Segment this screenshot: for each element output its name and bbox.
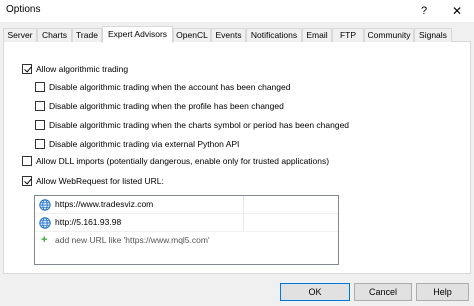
disable-on-symbol-change-checkbox[interactable] (35, 120, 45, 130)
tab-bar: Server Charts Trade Expert Advisors Open… (3, 26, 471, 43)
tab-email[interactable]: Email (302, 28, 332, 42)
add-url-placeholder: add new URL like 'https://www.mql5.com' (55, 235, 210, 245)
globe-icon (39, 199, 51, 211)
tab-events[interactable]: Events (211, 28, 246, 42)
disable-on-account-change-checkbox[interactable] (35, 82, 45, 92)
tab-expert-advisors[interactable]: Expert Advisors (102, 26, 173, 43)
tab-trade[interactable]: Trade (72, 28, 102, 42)
tab-signals[interactable]: Signals (414, 28, 452, 42)
disable-python-api-label: Disable algorithmic trading via external… (49, 139, 240, 149)
disable-on-symbol-change-label: Disable algorithmic trading when the cha… (49, 120, 350, 130)
tab-charts[interactable]: Charts (37, 28, 72, 42)
ok-button[interactable]: OK (280, 283, 350, 301)
disable-python-api-checkbox[interactable] (35, 139, 45, 149)
cancel-button[interactable]: Cancel (354, 283, 412, 301)
help-button[interactable]: Help (416, 283, 469, 301)
allow-dll-imports-label: Allow DLL imports (potentially dangerous… (36, 156, 330, 166)
allow-algo-trading-checkbox[interactable] (22, 64, 32, 74)
globe-icon (39, 217, 51, 229)
disable-on-profile-change-label: Disable algorithmic trading when the pro… (49, 101, 284, 111)
window-title: Options (6, 4, 41, 15)
close-icon[interactable]: ✕ (446, 2, 468, 20)
url-text: http://5.161.93.98 (55, 217, 122, 227)
url-text: https://www.tradesviz.com (55, 199, 154, 209)
title-bar: Options ? ✕ (0, 0, 474, 22)
disable-on-account-change-label: Disable algorithmic trading when the acc… (49, 82, 291, 92)
allow-dll-imports-checkbox[interactable] (22, 156, 32, 166)
allow-algo-trading-label: Allow algorithmic trading (36, 64, 129, 74)
url-list-item[interactable]: http://5.161.93.98 (35, 214, 338, 232)
tab-community[interactable]: Community (364, 28, 414, 42)
url-list[interactable]: https://www.tradesviz.com http://5.161.9… (34, 195, 339, 265)
help-title-button[interactable]: ? (414, 4, 434, 18)
tab-server[interactable]: Server (3, 28, 37, 42)
tab-opencl[interactable]: OpenCL (173, 28, 211, 42)
disable-on-profile-change-checkbox[interactable] (35, 101, 45, 111)
url-list-item[interactable]: https://www.tradesviz.com (35, 196, 338, 214)
allow-webrequest-checkbox[interactable] (22, 176, 32, 186)
tab-ftp[interactable]: FTP (332, 28, 364, 42)
expert-advisors-panel: Allow algorithmic trading Disable algori… (3, 42, 471, 274)
add-icon: + (41, 234, 48, 246)
allow-webrequest-label: Allow WebRequest for listed URL: (36, 176, 164, 186)
add-url-row[interactable]: + add new URL like 'https://www.mql5.com… (35, 232, 338, 250)
tab-notifications[interactable]: Notifications (246, 28, 302, 42)
